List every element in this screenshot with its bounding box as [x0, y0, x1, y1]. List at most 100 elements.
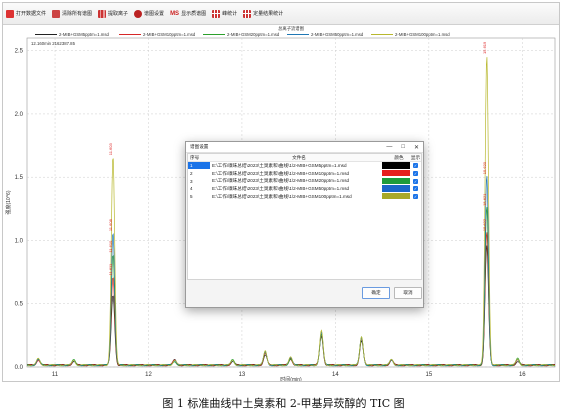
color-swatch[interactable] [382, 169, 410, 177]
table-body: 1 E:\工作\嗅味总结\2023\土臭素和\曲线\1\2-MIB+GSM5ppt… [188, 162, 421, 200]
peak-icon [98, 9, 107, 18]
close-icon[interactable]: ✕ [414, 144, 419, 151]
legend-entry: 2-MIB+GSM20pptm=1.msd [227, 32, 280, 37]
legend-entry: 2-MIB+GSM10pptm=1.msd [143, 32, 196, 37]
table-row[interactable]: 3 E:\工作\嗅味总结\2023\土臭素和\曲线\1\2-MIB+GSM20pp… [188, 177, 421, 185]
row-color-cell[interactable] [382, 185, 410, 192]
x-axis-label: 时间(min) [280, 376, 302, 381]
row-show-cell: ✓ [410, 194, 421, 200]
row-number: 5 [190, 194, 193, 200]
toolbar-button-label: 谱图设置 [144, 11, 165, 17]
row-color-cell[interactable] [382, 192, 410, 200]
column-header-show: 显示 [410, 154, 421, 160]
toolbar-button-4[interactable]: 谱图设置 [134, 9, 165, 18]
toolbar-button-5[interactable]: MS 显示质谱图 [170, 10, 207, 18]
toolbar-button-label: 清除所有谱图 [62, 11, 93, 17]
y-tick-label: 2.0 [15, 112, 24, 118]
maximize-icon[interactable]: □ [401, 144, 405, 151]
column-header-file: 文件名 [292, 154, 306, 160]
toolbar: 打开数据文件 清除所有谱图 提取离子 谱图设置 MS 显示质谱图 峰统计 定量结果统计 [3, 3, 559, 25]
chart-title: 总离子流谱图 [278, 25, 304, 32]
x-tick-label: 14 [332, 372, 339, 378]
table-row[interactable]: 4 E:\工作\嗅味总结\2023\土臭素和\曲线\1\2-MIB+GSM50pp… [188, 185, 421, 193]
row-filename: E:\工作\嗅味总结\2023\土臭素和\曲线\1\2-MIB+GSM50ppt… [212, 185, 350, 191]
row-color-cell[interactable] [382, 169, 410, 177]
minimize-icon[interactable]: — [386, 144, 392, 151]
row-filename: E:\工作\嗅味总结\2023\土臭素和\曲线\1\2-MIB+GSM100pp… [212, 193, 352, 199]
row-filename: E:\工作\嗅味总结\2023\土臭素和\曲线\1\2-MIB+GSM20ppt… [212, 178, 350, 184]
peak-label: 11.611 [108, 263, 113, 275]
plot-settings-dialog: 谱图设置 — □ ✕ 序号 文件名 颜色 显示 1 E:\工作\嗅味总结\2023… [185, 141, 424, 308]
figure-caption: 图 1 标准曲线中土臭素和 2-甲基异莰醇的 TIC 图 [162, 397, 405, 410]
table-row[interactable]: 1 E:\工作\嗅味总结\2023\土臭素和\曲线\1\2-MIB+GSM5ppt… [188, 162, 421, 170]
grid-icon [212, 9, 221, 18]
row-number: 2 [190, 171, 193, 177]
row-show-cell: ✓ [410, 186, 421, 192]
clear-icon [52, 9, 61, 18]
column-header-color: 颜色 [394, 154, 404, 160]
dialog-titlebar[interactable]: 谱图设置 — □ ✕ [186, 142, 423, 153]
x-tick-label: 11 [52, 372, 59, 378]
row-filename: E:\工作\嗅味总结\2023\土臭素和\曲线\1\2-MIB+GSM10ppt… [212, 170, 350, 176]
peak-label: 15.622 [482, 218, 487, 231]
y-tick-label: 0.5 [15, 302, 24, 308]
y-tick-label: 0.0 [15, 365, 24, 371]
color-swatch[interactable] [382, 192, 410, 200]
color-swatch[interactable] [382, 177, 410, 184]
peak-label: 15.620 [482, 161, 487, 174]
toolbar-button-1[interactable]: 打开数据文件 [6, 9, 47, 18]
row-show-cell: ✓ [410, 171, 421, 177]
color-swatch[interactable] [382, 185, 410, 192]
peak-label: 15.619 [482, 41, 487, 54]
show-checkbox[interactable]: ✓ [413, 163, 418, 169]
peak-label: 11.608 [108, 218, 113, 231]
ok-button[interactable]: 确定 [362, 287, 390, 299]
toolbar-button-6[interactable]: 峰统计 [212, 9, 238, 18]
x-tick-label: 15 [425, 372, 432, 378]
legend-entry: 2-MIB+GSM100pptm=1.msd [395, 32, 450, 37]
table-header: 序号 文件名 颜色 显示 [188, 154, 421, 162]
y-tick-label: 1.5 [15, 175, 24, 181]
row-color-cell[interactable] [382, 162, 410, 169]
column-header-no: 序号 [190, 154, 200, 160]
gear-icon [134, 9, 143, 18]
y-axis-label: 强度(10^6) [5, 190, 12, 214]
grid-icon [243, 9, 252, 18]
toolbar-button-label: 显示质谱图 [181, 11, 207, 17]
toolbar-button-3[interactable]: 提取离子 [98, 9, 129, 18]
y-tick-label: 1.0 [15, 238, 24, 244]
show-checkbox[interactable]: ✓ [413, 178, 418, 184]
peak-label: 15.621 [482, 193, 487, 206]
show-checkbox[interactable]: ✓ [413, 194, 418, 200]
peak-label: 11.603 [108, 142, 113, 155]
y-tick-label: 2.5 [15, 49, 24, 55]
chromatogram-window: 打开数据文件 清除所有谱图 提取离子 谱图设置 MS 显示质谱图 峰统计 定量结果统计 11 1… [2, 2, 560, 382]
color-swatch[interactable] [382, 162, 410, 169]
row-show-cell: ✓ [410, 163, 421, 169]
x-tick-label: 13 [239, 372, 246, 378]
toolbar-button-7[interactable]: 定量结果统计 [243, 9, 284, 18]
legend-entry: 2-MIB+GSM50pptm=1.msd [311, 32, 364, 37]
row-number: 4 [190, 186, 193, 192]
table-row[interactable]: 2 E:\工作\嗅味总结\2023\土臭素和\曲线\1\2-MIB+GSM10pp… [188, 169, 421, 178]
cancel-button[interactable]: 取消 [394, 287, 422, 299]
file-table: 序号 文件名 颜色 显示 1 E:\工作\嗅味总结\2023\土臭素和\曲线\1\… [187, 153, 422, 280]
peak-label: 11.610 [108, 240, 113, 253]
row-number: 1 [188, 162, 210, 170]
show-checkbox[interactable]: ✓ [413, 171, 418, 177]
row-show-cell: ✓ [410, 178, 421, 184]
row-number: 3 [190, 178, 193, 184]
toolbar-button-label: 峰统计 [222, 11, 238, 17]
row-color-cell[interactable] [382, 177, 410, 185]
toolbar-button-label: 提取离子 [108, 11, 129, 17]
legend-entry: 2-MIB+GSM5pptm=1.msd [59, 32, 110, 37]
toolbar-button-2[interactable]: 清除所有谱图 [52, 9, 93, 18]
toolbar-button-label: 打开数据文件 [16, 11, 47, 17]
ms-icon: MS [170, 10, 180, 17]
dialog-title: 谱图设置 [190, 144, 209, 149]
x-tick-label: 16 [519, 372, 526, 378]
table-row[interactable]: 5 E:\工作\嗅味总结\2023\土臭素和\曲线\1\2-MIB+GSM100p… [188, 192, 421, 201]
show-checkbox[interactable]: ✓ [413, 186, 418, 192]
toolbar-button-label: 定量结果统计 [253, 11, 284, 17]
window-controls: — □ ✕ [386, 144, 419, 151]
